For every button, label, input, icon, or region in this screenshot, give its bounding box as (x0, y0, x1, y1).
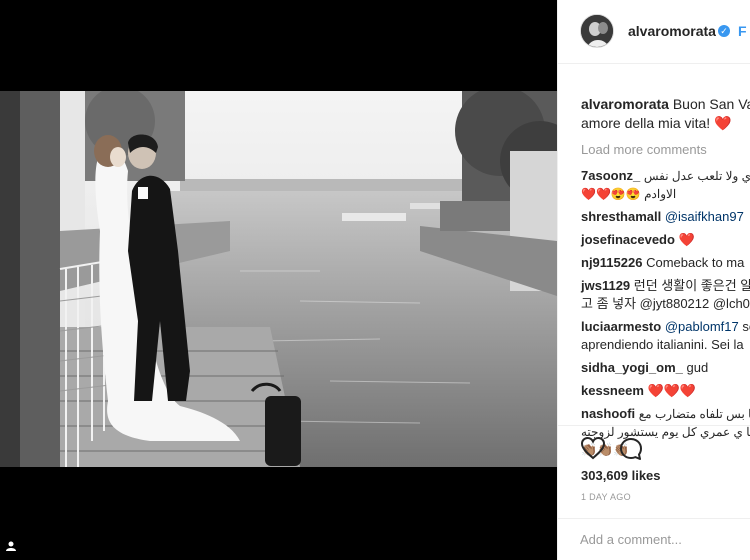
comment-text-continued: 고 좀 넣자 @jyt880212 @lch0 (581, 296, 750, 311)
avatar-image (581, 15, 613, 47)
comment-text: هادي ولا تلعب عدل نفس (643, 169, 750, 183)
comments-list: alvaromorata Buon San Vale amore della m… (581, 95, 750, 464)
likes-count[interactable]: 303,609 likes (581, 468, 661, 483)
load-more-comments-link[interactable]: Load more comments (581, 141, 750, 159)
add-comment-input[interactable] (580, 532, 750, 547)
comment-username[interactable]: jws1129 (581, 278, 630, 293)
comment-text: gud (686, 360, 709, 375)
verified-badge-icon: ✓ (718, 25, 730, 37)
comment-text: ❤️ (678, 232, 695, 247)
comment-text: جمنا بس تلفاه متضارب مع (638, 407, 750, 421)
comment-username[interactable]: kessneem (581, 383, 644, 398)
follow-button[interactable]: F (738, 23, 747, 39)
photo-panel (0, 0, 557, 560)
wedding-photo-illustration (0, 91, 557, 467)
post-timestamp: 1 DAY AGO (581, 492, 631, 502)
heart-icon[interactable] (580, 436, 606, 460)
comment-text: se (742, 319, 750, 334)
comment-username[interactable]: sidha_yogi_om_ (581, 360, 683, 375)
comment-text: ❤️❤️❤️ (647, 383, 697, 398)
comment-mention[interactable]: @pablomf17 (665, 319, 739, 334)
add-comment-section (558, 518, 750, 560)
list-item: 7asoonz_ هادي ولا تلعب عدل نفس الاوادم 😍… (581, 167, 750, 203)
comment-username[interactable]: luciaarmesto (581, 319, 661, 334)
comment-username[interactable]: 7asoonz_ (581, 168, 640, 183)
comment-username[interactable]: nj9115226 (581, 255, 642, 270)
post-side-panel: alvaromorata ✓ F alvaromorata Buon San V… (557, 0, 750, 560)
header-username[interactable]: alvaromorata (628, 23, 716, 39)
comment-text-continued: aprendiendo italianini. Sei la (581, 337, 744, 352)
comment-mention[interactable]: @isaifkhan97 (665, 209, 744, 224)
comment-text: 런던 생활이 좋은건 알 (633, 278, 750, 293)
list-item: luciaarmesto @pablomf17 se aprendiendo i… (581, 318, 750, 354)
comment-username[interactable]: josefinacevedo (581, 232, 675, 247)
post-actions: 303,609 likes 1 DAY AGO (558, 425, 750, 560)
post-header: alvaromorata ✓ F (558, 0, 750, 64)
comment-text-continued: الاوادم 😍😍❤️❤️ (581, 187, 677, 201)
comment-username[interactable]: nashoofi (581, 406, 635, 421)
list-item: shresthamall @isaifkhan97 (581, 208, 750, 226)
post-caption: alvaromorata Buon San Vale amore della m… (581, 95, 750, 133)
list-item: josefinacevedo ❤️ (581, 231, 750, 249)
caption-username[interactable]: alvaromorata (581, 96, 669, 112)
comment-icon[interactable] (618, 436, 644, 462)
list-item: nj9115226 Comeback to ma (581, 254, 750, 272)
list-item: kessneem ❤️❤️❤️ (581, 382, 750, 400)
post-photo[interactable] (0, 91, 557, 467)
comment-username[interactable]: shresthamall (581, 209, 661, 224)
comment-text: Comeback to ma (646, 255, 745, 270)
user-icon (6, 541, 16, 551)
list-item: jws1129 런던 생활이 좋은건 알 고 좀 넣자 @jyt880212 @… (581, 277, 750, 313)
list-item: sidha_yogi_om_ gud (581, 359, 750, 377)
avatar[interactable] (580, 14, 614, 48)
